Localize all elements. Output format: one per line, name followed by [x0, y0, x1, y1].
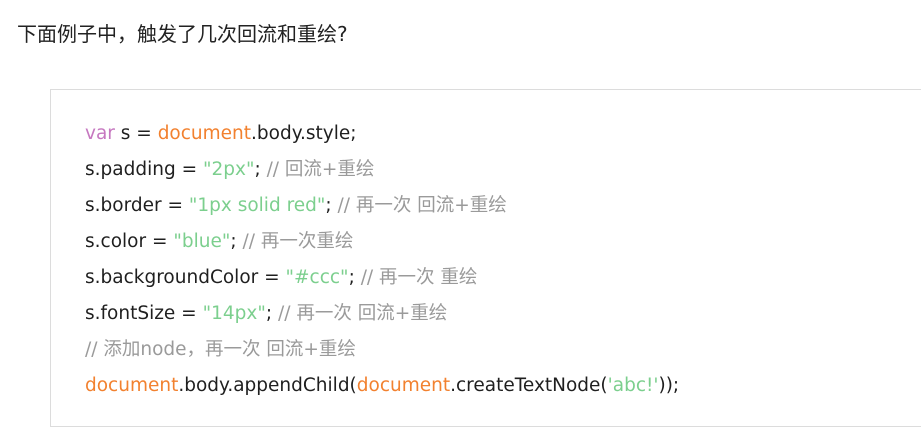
comment-token: // 回流+重绘	[266, 159, 375, 180]
code-line: s.fontSize = "14px"; // 再一次 回流+重绘	[85, 296, 679, 332]
code-line: document.body.appendChild(document.creat…	[85, 368, 679, 404]
code-text: s.fontSize =	[85, 303, 203, 324]
code-text: s =	[114, 123, 158, 144]
code-text: s.padding =	[85, 159, 203, 180]
code-text: ;	[230, 231, 243, 252]
comment-token: // 再一次 回流+重绘	[277, 303, 448, 324]
code-text: .body.appendChild(	[178, 375, 357, 396]
code-text: s.backgroundColor =	[85, 267, 286, 288]
code-block: var s = document.body.style; s.padding = …	[50, 89, 921, 427]
code-line: s.padding = "2px"; // 回流+重绘	[85, 152, 679, 188]
string-token: "blue"	[173, 231, 231, 252]
string-token: 'abc!'	[607, 375, 659, 396]
object-token: document	[85, 375, 179, 396]
comment-token: // 再一次 回流+重绘	[337, 195, 507, 216]
keyword-token: var	[85, 123, 115, 144]
question-title: 下面例子中，触发了几次回流和重绘?	[17, 22, 348, 46]
code-line: var s = document.body.style;	[85, 116, 679, 152]
string-token: "1px solid red"	[188, 195, 326, 216]
comment-token: // 再一次 重绘	[360, 267, 478, 288]
code-line: s.color = "blue"; // 再一次重绘	[85, 224, 679, 260]
code-text: ;	[348, 267, 361, 288]
string-token: "2px"	[202, 159, 255, 180]
string-token: "14px"	[202, 303, 266, 324]
code-text: ));	[658, 375, 680, 396]
object-token: document	[157, 123, 252, 144]
code-text: .body.style;	[251, 123, 357, 144]
code-text: ;	[325, 195, 338, 216]
object-token: document	[356, 375, 451, 396]
string-token: "#ccc"	[285, 267, 349, 288]
comment-token: // 再一次重绘	[242, 231, 354, 252]
code-content: var s = document.body.style; s.padding = …	[85, 116, 679, 404]
comment-token: // 添加node，再一次 回流+重绘	[85, 339, 356, 360]
code-line: s.border = "1px solid red"; // 再一次 回流+重绘	[85, 188, 679, 224]
code-line: // 添加node，再一次 回流+重绘	[85, 332, 679, 368]
code-line: s.backgroundColor = "#ccc"; // 再一次 重绘	[85, 260, 679, 296]
code-text: ;	[265, 303, 278, 324]
code-text: s.border =	[85, 195, 189, 216]
code-text: s.color =	[85, 231, 174, 252]
code-text: .createTextNode(	[450, 375, 608, 396]
code-text: ;	[254, 159, 267, 180]
